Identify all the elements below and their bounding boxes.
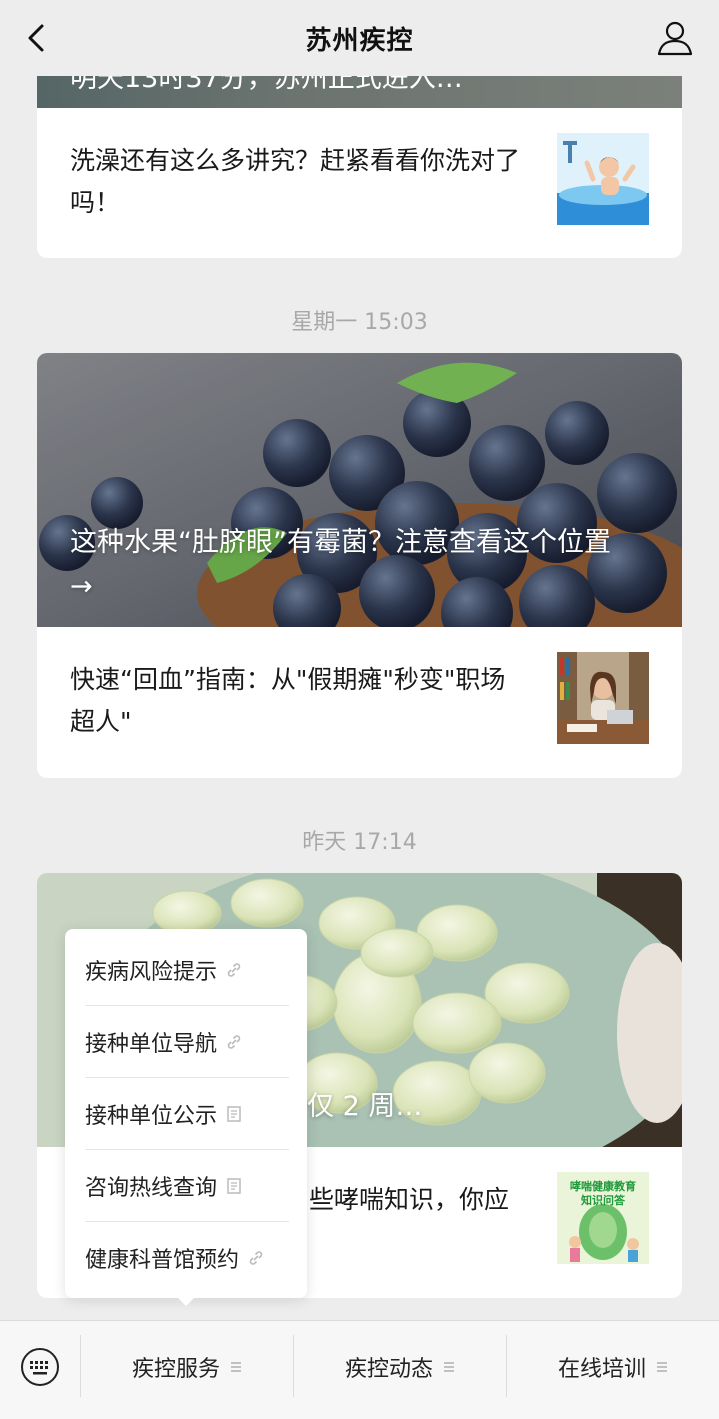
cover-title: 这种水果“肚脐眼”有霉菌？注意查看这个位置 → — [70, 527, 611, 602]
header-bar: 苏州疾控 — [0, 0, 719, 76]
article-card: 这种水果“肚脐眼”有霉菌？注意查看这个位置 → 快速“回血”指南：从"假期瘫"秒… — [37, 353, 682, 778]
service-popup-menu: 疾病风险提示 接种单位导航 接种单位公示 咨询热线查询 健康科普馆预约 — [65, 929, 307, 1298]
menu-icon — [657, 1362, 667, 1372]
keyboard-icon[interactable] — [20, 1347, 60, 1387]
sub-article-title: 快速“回血”指南：从"假期瘫"秒变"职场超人" — [70, 665, 506, 736]
menu-item-label: 接种单位公示 — [85, 1104, 218, 1129]
woman-studying-thumbnail — [557, 652, 649, 744]
tab-cdc-news[interactable]: 疾控动态 — [294, 1321, 506, 1413]
tab-cdc-services[interactable]: 疾控服务 — [81, 1321, 293, 1413]
menu-item-disease-risk[interactable]: 疾病风险提示 — [85, 934, 289, 1006]
article-card: 洗澡还有这么多讲究？赶紧看看你洗对了吗！ — [37, 108, 682, 258]
menu-item-vaccination-notice[interactable]: 接种单位公示 — [85, 1078, 289, 1150]
article-icon — [227, 1178, 241, 1194]
menu-item-label: 疾病风险提示 — [85, 960, 218, 985]
sub-article-title: 些哮喘知识，你应 — [309, 1185, 510, 1214]
popup-pointer — [176, 1296, 196, 1306]
tab-online-training[interactable]: 在线培训 — [507, 1321, 719, 1413]
tab-label: 疾控动态 — [344, 1357, 433, 1382]
menu-icon — [444, 1362, 454, 1372]
tab-label: 疾控服务 — [131, 1357, 220, 1382]
sub-article[interactable]: 洗澡还有这么多讲究？赶紧看看你洗对了吗！ — [37, 108, 682, 258]
bottom-menu-bar: 疾控服务 疾控动态 在线培训 — [0, 1320, 719, 1419]
menu-item-label: 健康科普馆预约 — [85, 1248, 240, 1273]
article-icon — [227, 1106, 241, 1122]
timestamp: 昨天 17:14 — [302, 830, 417, 855]
menu-icon — [231, 1362, 241, 1372]
link-icon — [227, 963, 241, 977]
article-cover[interactable]: 这种水果“肚脐眼”有霉菌？注意查看这个位置 → — [37, 353, 682, 627]
menu-item-science-museum-booking[interactable]: 健康科普馆预约 — [85, 1222, 289, 1294]
menu-item-label: 咨询热线查询 — [85, 1176, 218, 1201]
poster-line-2: 知识问答 — [580, 1193, 626, 1207]
poster-line-1: 哮喘健康教育 — [570, 1179, 636, 1193]
menu-item-label: 接种单位导航 — [85, 1032, 218, 1057]
cover-title: 仅 2 周… — [307, 1091, 423, 1122]
timestamp: 星期一 15:03 — [291, 310, 428, 335]
page-title: 苏州疾控 — [305, 25, 414, 56]
bath-thumbnail — [557, 133, 649, 225]
user-icon[interactable] — [655, 18, 695, 58]
link-icon — [227, 1035, 241, 1049]
link-icon — [249, 1251, 263, 1265]
menu-item-vaccination-navigation[interactable]: 接种单位导航 — [85, 1006, 289, 1078]
tab-label: 在线培训 — [557, 1357, 646, 1382]
sub-article-title: 洗澡还有这么多讲究？赶紧看看你洗对了吗！ — [70, 146, 521, 217]
sub-article[interactable]: 快速“回血”指南：从"假期瘫"秒变"职场超人" — [37, 627, 682, 777]
chevron-left-icon[interactable] — [20, 20, 56, 56]
asthma-poster-thumbnail: 哮喘健康教育 知识问答 — [557, 1172, 649, 1264]
menu-item-hotline-query[interactable]: 咨询热线查询 — [85, 1150, 289, 1222]
